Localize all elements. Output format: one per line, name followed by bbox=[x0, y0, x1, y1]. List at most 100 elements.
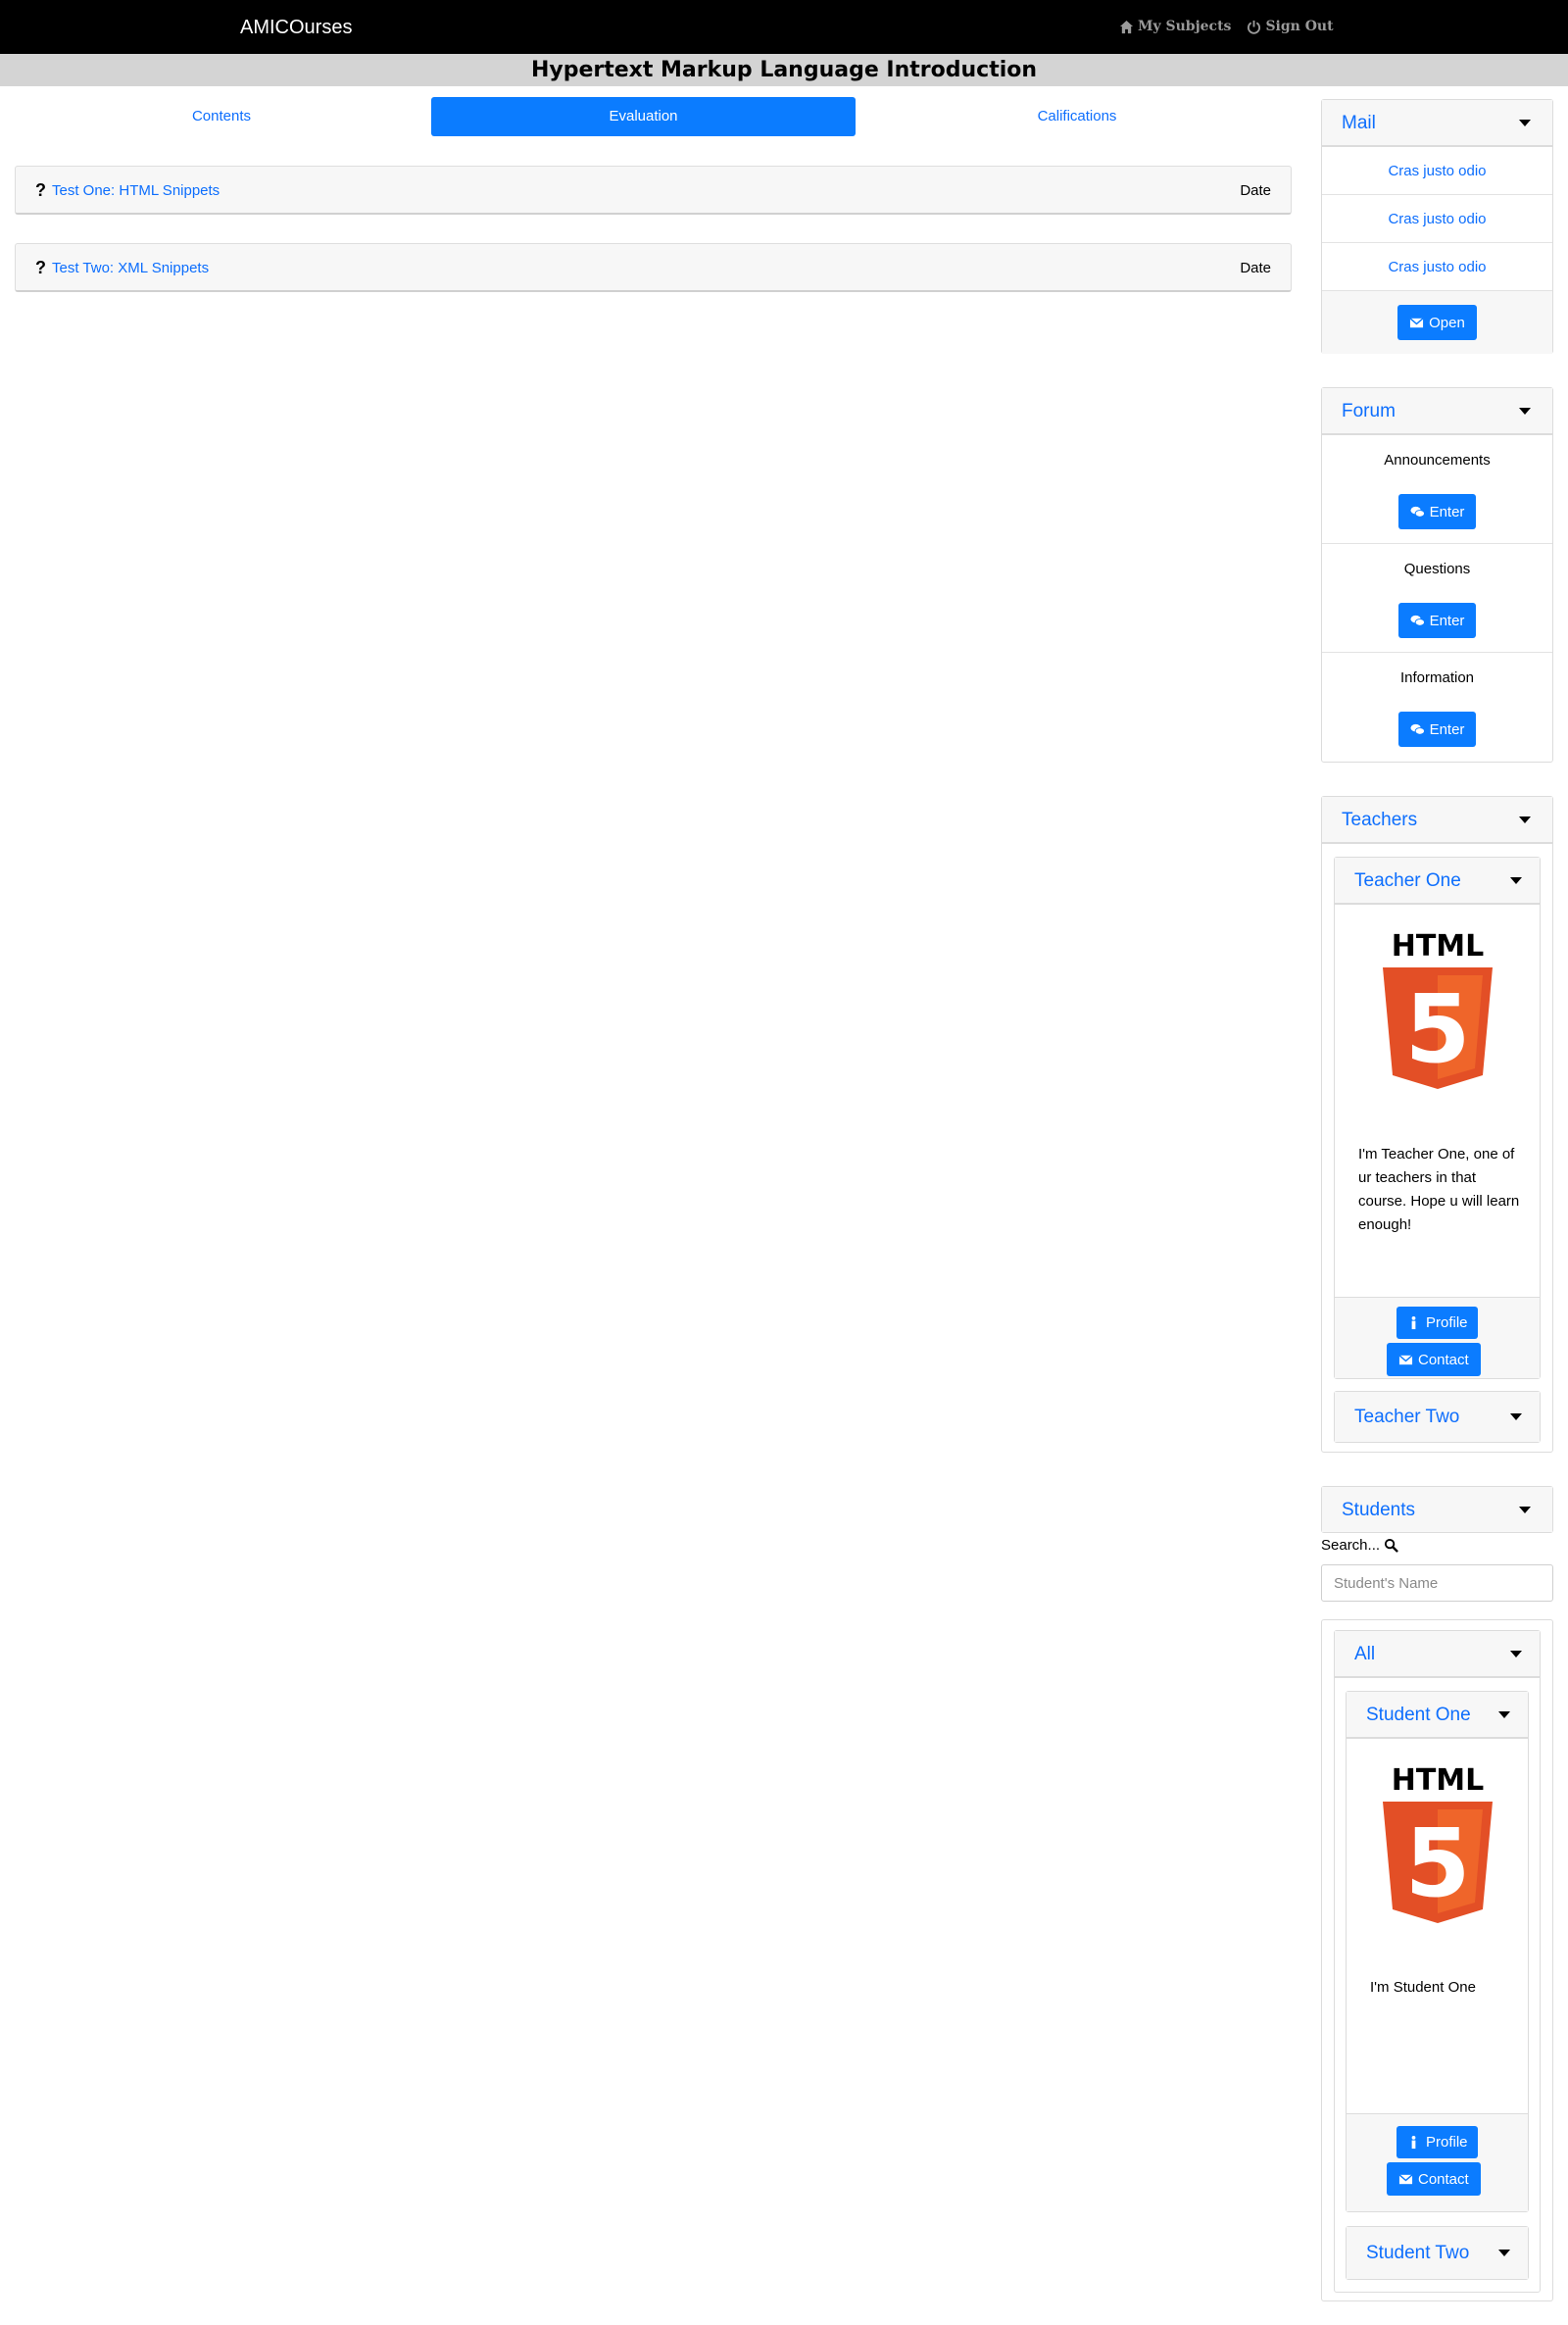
all-group-card: All Student One HTML 5 I'm Student One P… bbox=[1334, 1630, 1541, 2293]
test-date: Date bbox=[1240, 260, 1271, 276]
student-name: Student One bbox=[1366, 1705, 1471, 1725]
forum-item-label: Information bbox=[1399, 669, 1475, 686]
forum-item: Questions Enter bbox=[1322, 544, 1552, 653]
student-one-footer: Profile Contact bbox=[1347, 2113, 1528, 2211]
tab-califications[interactable]: Califications bbox=[862, 97, 1292, 136]
envelope-icon bbox=[1409, 317, 1424, 327]
forum-card-header[interactable]: Forum bbox=[1322, 388, 1552, 435]
student-search-label: Search... bbox=[1321, 1537, 1398, 1554]
caret-down-icon bbox=[1510, 1651, 1522, 1657]
profile-button[interactable]: Profile bbox=[1396, 2126, 1478, 2158]
page-title-bar: Hypertext Markup Language Introduction bbox=[0, 54, 1568, 86]
students-card-header[interactable]: Students bbox=[1322, 1487, 1552, 1532]
profile-label: Profile bbox=[1426, 1314, 1468, 1331]
envelope-icon bbox=[1398, 1354, 1413, 1364]
contact-button[interactable]: Contact bbox=[1387, 1343, 1481, 1376]
enter-forum-button[interactable]: Enter bbox=[1397, 712, 1477, 747]
test-row: ? Test One: HTML Snippets Date bbox=[15, 166, 1292, 215]
question-icon: ? bbox=[35, 180, 46, 200]
test-row: ? Test Two: XML Snippets Date bbox=[15, 243, 1292, 292]
mail-item[interactable]: Cras justo odio bbox=[1322, 147, 1552, 195]
tab-evaluation[interactable]: Evaluation bbox=[431, 97, 856, 136]
mail-card: Mail Cras justo odio Cras justo odio Cra… bbox=[1321, 99, 1553, 354]
brand-logo[interactable]: AMICOurses bbox=[240, 17, 352, 39]
mail-card-title: Mail bbox=[1342, 113, 1376, 133]
teachers-card-header[interactable]: Teachers bbox=[1322, 797, 1552, 844]
test-link[interactable]: Test One: HTML Snippets bbox=[52, 182, 220, 199]
student-two-card: Student Two bbox=[1346, 2226, 1529, 2280]
students-card: Students bbox=[1321, 1486, 1553, 1533]
html5-logo: HTML 5 bbox=[1382, 1763, 1493, 1923]
student-search-input[interactable] bbox=[1321, 1564, 1553, 1602]
forum-item: Information Enter bbox=[1322, 653, 1552, 762]
caret-down-icon bbox=[1510, 877, 1522, 884]
html5-logo-digit: 5 bbox=[1404, 1808, 1470, 1918]
power-icon bbox=[1248, 20, 1261, 34]
contact-label: Contact bbox=[1418, 1351, 1469, 1368]
open-mail-button[interactable]: Open bbox=[1397, 305, 1477, 340]
mail-item[interactable]: Cras justo odio bbox=[1322, 195, 1552, 243]
nav-links: My Subjects Sign Out bbox=[1119, 19, 1334, 34]
nav-sign-out-label: Sign Out bbox=[1265, 19, 1334, 34]
teacher-two-header[interactable]: Teacher Two bbox=[1335, 1392, 1540, 1442]
open-mail-label: Open bbox=[1429, 314, 1465, 331]
test-link[interactable]: Test Two: XML Snippets bbox=[52, 260, 209, 276]
caret-down-icon bbox=[1519, 120, 1531, 126]
html5-logo: HTML 5 bbox=[1382, 929, 1493, 1089]
enter-forum-button[interactable]: Enter bbox=[1397, 603, 1477, 638]
enter-forum-button[interactable]: Enter bbox=[1397, 494, 1477, 529]
student-one-card: Student One HTML 5 I'm Student One Profi… bbox=[1346, 1691, 1529, 2212]
mail-item[interactable]: Cras justo odio bbox=[1322, 243, 1552, 291]
profile-button[interactable]: Profile bbox=[1396, 1307, 1478, 1339]
comments-icon bbox=[1410, 506, 1425, 518]
teachers-card-title: Teachers bbox=[1342, 810, 1418, 830]
home-icon bbox=[1119, 20, 1134, 33]
group-title: All bbox=[1354, 1644, 1376, 1664]
tab-contents[interactable]: Contents bbox=[12, 97, 431, 136]
html5-logo-text: HTML bbox=[1391, 1763, 1484, 1798]
html5-logo-digit: 5 bbox=[1404, 974, 1470, 1084]
top-navbar: AMICOurses My Subjects Sign Out bbox=[0, 0, 1568, 54]
envelope-icon bbox=[1398, 2173, 1413, 2184]
caret-down-icon bbox=[1519, 816, 1531, 823]
forum-card-title: Forum bbox=[1342, 401, 1396, 421]
forum-item-label: Announcements bbox=[1384, 452, 1491, 469]
subject-tabs: Contents Evaluation Califications bbox=[12, 97, 1292, 139]
info-icon bbox=[1411, 1315, 1416, 1330]
enter-label: Enter bbox=[1429, 720, 1465, 738]
question-icon: ? bbox=[35, 258, 46, 277]
mail-card-footer: Open bbox=[1322, 291, 1552, 354]
student-two-header[interactable]: Student Two bbox=[1347, 2227, 1528, 2279]
teacher-one-header[interactable]: Teacher One bbox=[1335, 858, 1540, 905]
html5-logo-text: HTML bbox=[1391, 929, 1484, 964]
nav-sign-out[interactable]: Sign Out bbox=[1247, 19, 1334, 34]
comments-icon bbox=[1410, 615, 1425, 626]
students-group-card: All Student One HTML 5 I'm Student One P… bbox=[1321, 1619, 1553, 2301]
caret-down-icon bbox=[1519, 1507, 1531, 1513]
student-one-header[interactable]: Student One bbox=[1347, 1692, 1528, 1739]
nav-my-subjects[interactable]: My Subjects bbox=[1119, 19, 1231, 34]
comments-icon bbox=[1410, 723, 1425, 735]
teacher-bio: I'm Teacher One, one of ur teachers in t… bbox=[1358, 1146, 1520, 1233]
forum-item-label: Questions bbox=[1403, 561, 1471, 577]
teacher-one-footer: Profile Contact bbox=[1335, 1297, 1540, 1378]
contact-label: Contact bbox=[1418, 2170, 1469, 2188]
enter-label: Enter bbox=[1429, 503, 1465, 520]
nav-my-subjects-label: My Subjects bbox=[1138, 19, 1232, 34]
teacher-two-card: Teacher Two bbox=[1334, 1391, 1541, 1443]
student-name: Student Two bbox=[1366, 2243, 1470, 2263]
forum-item: Announcements Enter bbox=[1322, 435, 1552, 544]
caret-down-icon bbox=[1498, 1711, 1510, 1718]
student-bio: I'm Student One bbox=[1370, 1979, 1476, 1996]
page-title: Hypertext Markup Language Introduction bbox=[530, 58, 1038, 82]
forum-card: Forum Announcements Enter Questions Ente… bbox=[1321, 387, 1553, 763]
caret-down-icon bbox=[1510, 1413, 1522, 1420]
students-card-title: Students bbox=[1342, 1500, 1415, 1520]
search-label-text: Search... bbox=[1321, 1537, 1381, 1554]
mail-card-header[interactable]: Mail bbox=[1322, 100, 1552, 147]
all-group-header[interactable]: All bbox=[1335, 1631, 1540, 1678]
contact-button[interactable]: Contact bbox=[1387, 2162, 1481, 2196]
caret-down-icon bbox=[1498, 2250, 1510, 2256]
teacher-one-card: Teacher One HTML 5 I'm Teacher One, one … bbox=[1334, 857, 1541, 1379]
test-date: Date bbox=[1240, 182, 1271, 199]
